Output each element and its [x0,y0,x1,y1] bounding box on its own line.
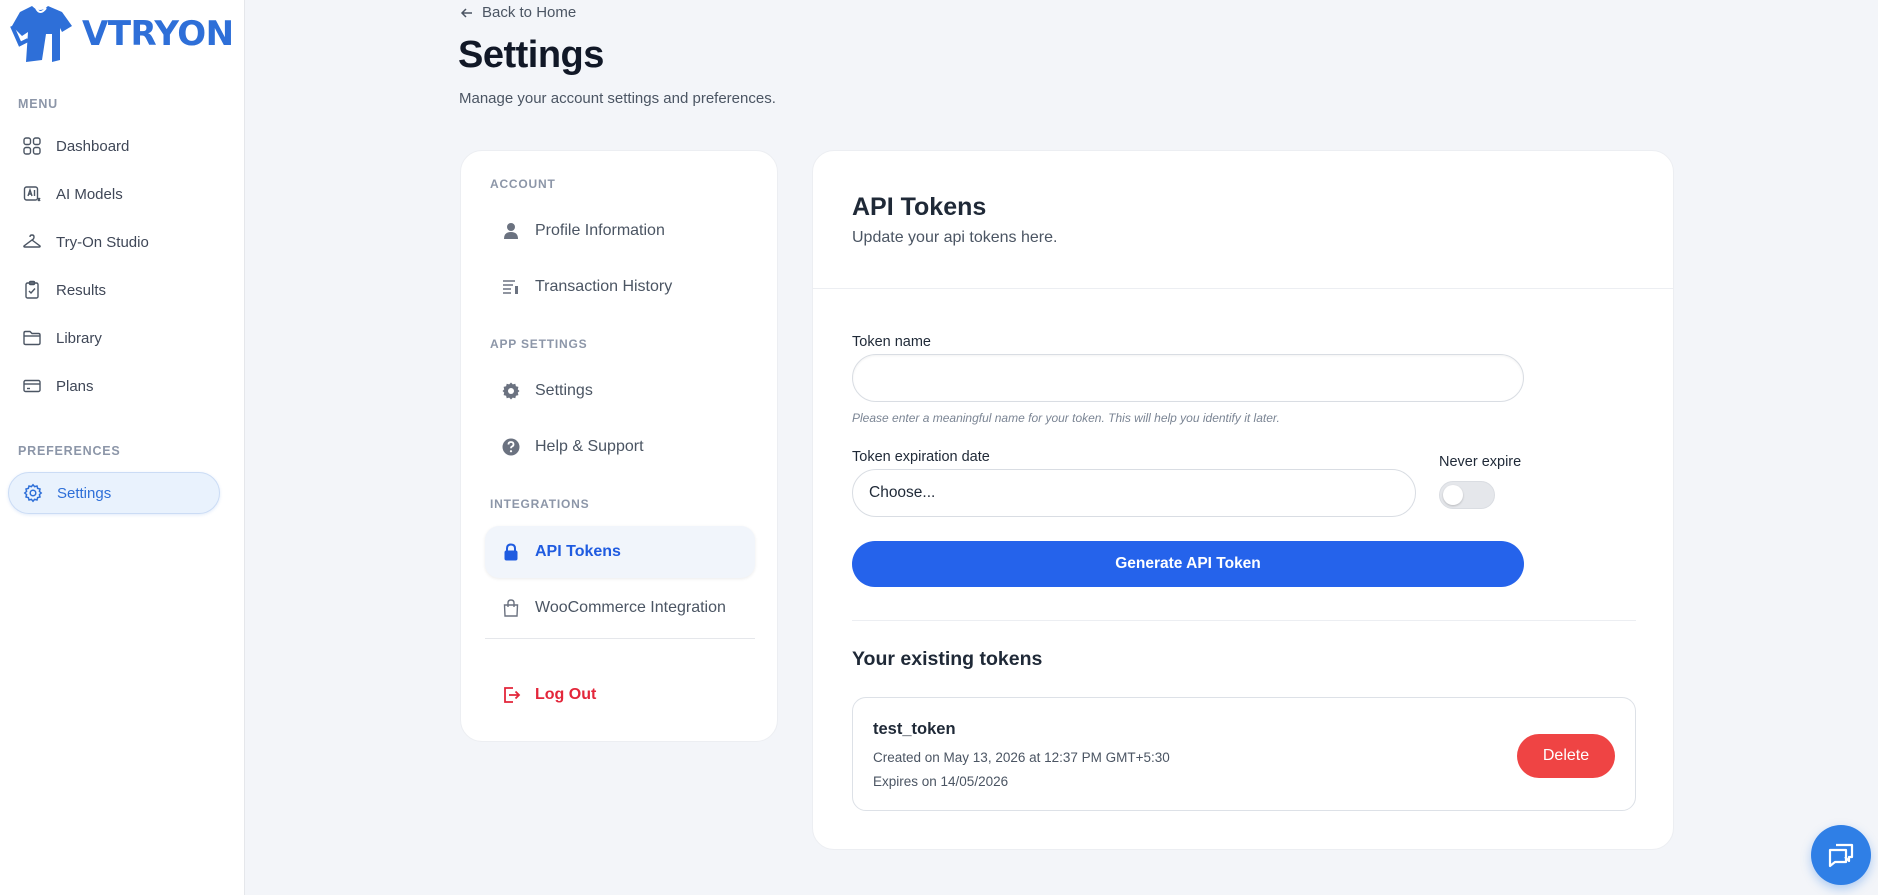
preferences-heading: PREFERENCES [18,444,121,458]
sidebar-item-label: Dashboard [56,137,130,155]
nav-item-settings[interactable]: Settings [485,365,755,417]
back-link-label: Back to Home [482,4,577,21]
brand-name: VTRYON [82,14,234,54]
sidebar-item-label: Try-On Studio [56,233,149,251]
nav-item-label: Settings [535,382,593,399]
toggle-knob [1443,485,1463,505]
panel-divider [813,288,1673,289]
sidebar-item-label: Library [56,329,102,347]
brand-logo[interactable]: VTRYON [6,4,234,64]
ai-model-icon [23,186,41,202]
generate-api-token-button[interactable]: Generate API Token [852,541,1524,587]
list-icon [503,280,518,294]
token-name-hint: Please enter a meaningful name for your … [852,411,1280,425]
expiration-date-select[interactable]: Choose... [852,469,1416,517]
never-expire-toggle[interactable] [1439,481,1495,509]
grid-icon [23,137,41,155]
back-to-home-link[interactable]: Back to Home [460,4,576,21]
lock-icon [504,543,518,561]
nav-item-help[interactable]: Help & Support [485,421,755,473]
arrow-left-icon [460,7,472,18]
sidebar-item-results[interactable]: Results [8,269,220,311]
clipboard-check-icon [25,280,39,299]
delete-token-button[interactable]: Delete [1517,734,1615,778]
nav-item-label: WooCommerce Integration [535,599,726,616]
menu-heading: MENU [18,97,59,111]
gear-icon [23,483,43,503]
expiration-select-value: Choose... [869,484,936,501]
token-name-label: Token name [852,334,931,350]
folder-icon [23,330,41,346]
sidebar-item-library[interactable]: Library [8,317,220,359]
help-circle-icon [502,438,520,456]
token-name-input[interactable] [852,354,1524,402]
page-title: Settings [458,34,604,76]
logout-icon [504,687,521,703]
page-subtitle: Manage your account settings and prefere… [459,90,776,107]
sidebar-item-ai-models[interactable]: AI Models [8,173,220,215]
panel-title: API Tokens [852,193,987,221]
sidebar-item-label: Settings [57,484,112,502]
integrations-heading: INTEGRATIONS [490,497,590,511]
account-heading: ACCOUNT [490,177,556,191]
tshirt-logo-icon [10,6,72,62]
nav-item-profile[interactable]: Profile Information [485,205,755,257]
logout-label: Log Out [535,686,597,703]
settings-nav: ACCOUNT Profile Information Transaction … [460,150,778,742]
nav-item-woocommerce[interactable]: WooCommerce Integration [485,582,755,634]
sidebar-item-dashboard[interactable]: Dashboard [8,125,220,167]
existing-tokens-heading: Your existing tokens [852,648,1043,670]
sidebar: VTRYON MENU Dashboard AI Models Try-On S… [0,0,245,895]
token-expires: Expires on 14/05/2026 [873,774,1009,789]
nav-item-label: Transaction History [535,278,673,295]
nav-item-transactions[interactable]: Transaction History [485,261,755,313]
nav-divider [485,638,755,639]
user-icon [504,223,518,239]
sidebar-item-label: Results [56,281,107,299]
chat-support-button[interactable] [1811,825,1871,885]
hanger-icon [23,234,41,248]
sidebar-item-label: AI Models [56,185,123,203]
logout-button[interactable]: Log Out [485,669,755,721]
panel-subtitle: Update your api tokens here. [852,229,1058,246]
chat-icon [1828,843,1854,868]
gear-icon [502,382,520,400]
section-divider [852,620,1636,621]
credit-card-icon [23,379,41,393]
shopping-bag-icon [503,599,519,617]
sidebar-item-label: Plans [56,377,94,395]
api-tokens-panel: API Tokens Update your api tokens here. … [812,150,1674,850]
nav-item-label: Profile Information [535,222,665,239]
app-settings-heading: APP SETTINGS [490,337,588,351]
token-name: test_token [873,720,956,738]
expiration-label: Token expiration date [852,449,990,465]
token-created: Created on May 13, 2026 at 12:37 PM GMT+… [873,750,1170,765]
sidebar-item-try-on-studio[interactable]: Try-On Studio [8,221,220,263]
never-expire-label: Never expire [1439,454,1522,470]
nav-item-api-tokens[interactable]: API Tokens [485,526,755,578]
sidebar-item-settings[interactable]: Settings [8,472,220,514]
sidebar-item-plans[interactable]: Plans [8,365,220,407]
nav-item-label: API Tokens [535,543,621,560]
token-card: test_token Created on May 13, 2026 at 12… [852,697,1636,811]
nav-item-label: Help & Support [535,438,644,455]
